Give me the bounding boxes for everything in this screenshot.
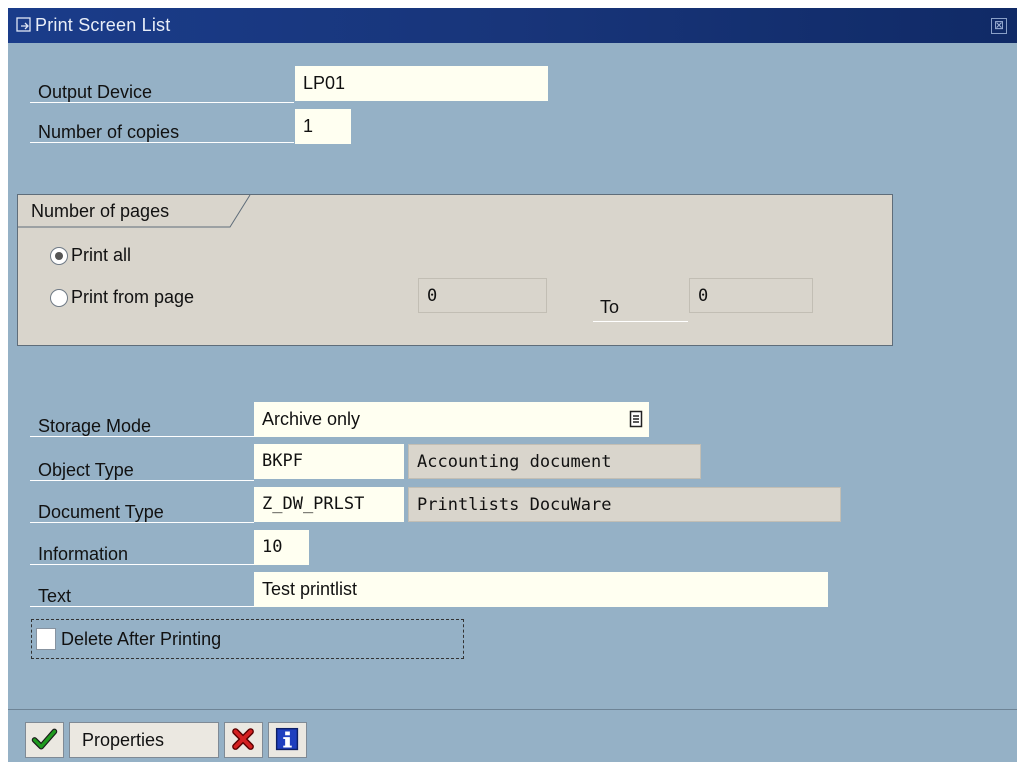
to-label: To (593, 288, 688, 322)
info-icon (275, 727, 299, 751)
confirm-button[interactable] (25, 722, 64, 758)
pages-groupbox: Number of pages (17, 194, 893, 346)
list-dropdown-icon[interactable] (629, 410, 643, 428)
footer-divider (8, 709, 1017, 710)
object-type-description: Accounting document (408, 444, 701, 479)
text-label: Text (30, 580, 254, 607)
print-from-page-label: Print from page (71, 287, 195, 307)
print-all-label: Print all (71, 245, 132, 265)
window-title: Print Screen List (35, 15, 171, 35)
text-input[interactable]: Test printlist (254, 572, 828, 607)
storage-mode-label: Storage Mode (30, 410, 254, 437)
copies-label: Number of copies (30, 116, 294, 143)
to-page-input[interactable]: 0 (689, 278, 813, 313)
delete-after-printing-label[interactable]: Delete After Printing (61, 628, 221, 650)
copies-input[interactable]: 1 (295, 109, 351, 144)
information-label: Information (30, 538, 254, 565)
print-screen-list-dialog: Print Screen List ⊠ Output Device LP01 N… (8, 8, 1017, 762)
close-button[interactable]: ⊠ (991, 18, 1007, 34)
properties-button-label: Properties (82, 730, 165, 750)
delete-after-printing-checkbox[interactable] (36, 628, 56, 650)
properties-button[interactable]: Properties (69, 722, 219, 758)
info-button[interactable] (268, 722, 307, 758)
from-page-input[interactable]: 0 (418, 278, 547, 313)
print-all-radio[interactable] (50, 247, 68, 265)
output-device-input[interactable]: LP01 (295, 66, 548, 101)
checkmark-icon (31, 728, 58, 750)
output-device-label: Output Device (30, 76, 294, 103)
print-from-page-radio[interactable] (50, 289, 68, 307)
document-type-description: Printlists DocuWare (408, 487, 841, 522)
pages-group-title: Number of pages (31, 201, 170, 221)
title-bar[interactable]: Print Screen List ⊠ (8, 8, 1017, 43)
print-window-icon (16, 17, 31, 32)
cancel-x-icon (232, 728, 254, 750)
object-type-label: Object Type (30, 454, 254, 481)
cancel-button[interactable] (224, 722, 263, 758)
document-type-label: Document Type (30, 496, 254, 523)
object-type-input[interactable]: BKPF (254, 444, 404, 479)
storage-mode-value: Archive only (262, 409, 361, 429)
document-type-input[interactable]: Z_DW_PRLST (254, 487, 404, 522)
storage-mode-select[interactable]: Archive only (254, 402, 649, 437)
information-input[interactable]: 10 (254, 530, 309, 565)
